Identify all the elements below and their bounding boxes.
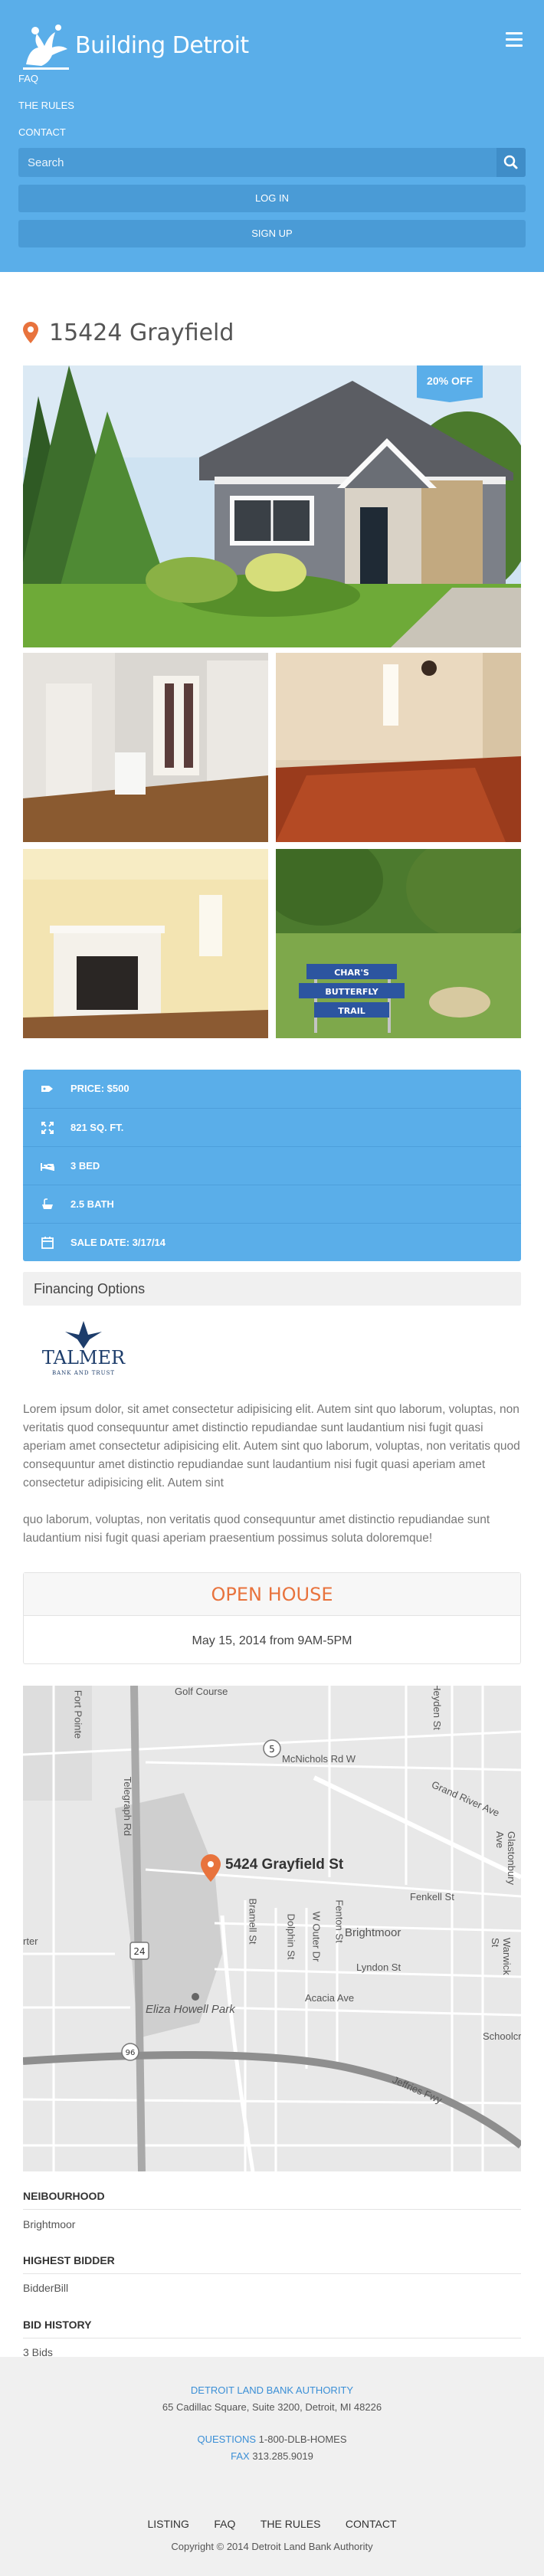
map-label-warwick: Warwick St	[490, 1938, 513, 1975]
svg-text:96: 96	[126, 2049, 136, 2057]
bed-icon	[41, 1163, 54, 1171]
property-details: PRICE: $500 821 SQ. FT. 3 BED 2.5 BATH S…	[23, 1070, 521, 1261]
sign-line-2: BUTTERFLY	[325, 987, 379, 997]
gallery-photo-2[interactable]	[276, 653, 521, 842]
site-header: Building Detroit FAQ THE RULES CONTACT L…	[0, 0, 544, 272]
location-map[interactable]: 5 24 96 5424 Grayfield St Golf Course Mc…	[23, 1686, 521, 2171]
map-label-fort-pointe: Fort Pointe	[72, 1689, 84, 1739]
lender-logo-text: TALMER	[42, 1347, 126, 1368]
lender-logo[interactable]: TALMER BANK AND TRUST	[26, 1318, 141, 1379]
gallery-photo-4[interactable]: CHAR'S BUTTERFLY TRAIL	[276, 849, 521, 1038]
open-house-header: OPEN HOUSE	[24, 1573, 520, 1616]
map-pin-label: 5424 Grayfield St	[225, 1857, 344, 1873]
route-96-shield: 96	[121, 2043, 139, 2061]
bath-icon	[42, 1198, 53, 1209]
footer-fax-label: FAX	[231, 2450, 250, 2462]
footer-copyright: Copyright © 2014 Detroit Land Bank Autho…	[171, 2541, 373, 2552]
map-label-schoolcraft: Schoolcr	[483, 2030, 521, 2042]
search-icon	[503, 155, 518, 169]
map-label-eliza-howell-park: Eliza Howell Park	[146, 2003, 235, 2016]
footer-address: 65 Cadillac Square, Suite 3200, Detroit,…	[162, 2401, 382, 2413]
neighbourhood-label: NEIBOURHOOD	[23, 2190, 105, 2202]
financing-options[interactable]: Financing Options	[23, 1272, 521, 1306]
description-paragraph-1: Lorem ipsum dolor, sit amet consectetur …	[23, 1403, 520, 1490]
gallery-photo-3[interactable]	[23, 849, 268, 1038]
site-footer: DETROIT LAND BANK AUTHORITY 65 Cadillac …	[0, 2357, 544, 2576]
calendar-icon	[41, 1237, 54, 1249]
map-label-fenkell: Fenkell St	[410, 1891, 454, 1903]
login-button[interactable]: LOG IN	[18, 185, 526, 212]
footer-questions-phone[interactable]: 1-800-DLB-HOMES	[259, 2433, 347, 2445]
map-label-lyndon: Lyndon St	[356, 1961, 401, 1973]
footer-nav-faq[interactable]: FAQ	[214, 2518, 235, 2530]
footer-nav-listing[interactable]: LISTING	[147, 2518, 188, 2530]
nav-contact[interactable]: CONTACT	[18, 126, 66, 138]
map-label-mcnichols: McNichols Rd W	[282, 1753, 356, 1765]
map-label-w-outer-dr: W Outer Dr	[310, 1911, 323, 1962]
financing-label: Financing Options	[34, 1281, 146, 1296]
description-paragraph-2: quo laborum, voluptas, non veritatis quo…	[23, 1513, 490, 1545]
listing-title: 15424 Grayfield	[49, 320, 234, 346]
map-label-golf-course: Golf Course	[175, 1686, 228, 1697]
search-button[interactable]	[496, 148, 526, 177]
map-label-rter: rter	[23, 1935, 38, 1947]
detail-baths: 2.5 BATH	[23, 1185, 521, 1223]
footer-questions: QUESTIONS 1-800-DLB-HOMES	[0, 2433, 544, 2445]
footer-fax: FAX 313.285.9019	[0, 2450, 544, 2462]
map-label-acacia: Acacia Ave	[305, 1992, 355, 2004]
menu-icon[interactable]	[506, 32, 523, 48]
detail-price: PRICE: $500	[23, 1070, 521, 1108]
footer-nav: LISTING FAQ THE RULES CONTACT	[0, 2518, 544, 2532]
map-label-fenton: Fenton St	[333, 1899, 346, 1943]
expand-icon	[41, 1122, 54, 1134]
detail-beds: 3 BED	[23, 1146, 521, 1185]
tag-icon	[41, 1086, 53, 1092]
footer-questions-label: QUESTIONS	[197, 2433, 257, 2445]
map-label-bramell: Bramell St	[247, 1898, 259, 1945]
detail-sale-date: SALE DATE: 3/17/14	[23, 1223, 521, 1261]
lender-logo-subtext: BANK AND TRUST	[52, 1370, 115, 1376]
nav-faq[interactable]: FAQ	[18, 73, 38, 84]
site-brand[interactable]: Building Detroit	[75, 32, 249, 59]
detail-area: 821 SQ. FT.	[23, 1108, 521, 1146]
discount-badge: 20% OFF	[427, 375, 473, 387]
sign-line-1: CHAR'S	[334, 968, 369, 978]
search-input[interactable]	[18, 148, 495, 177]
map-label-dolphin: Dolphin St	[285, 1913, 297, 1960]
signup-button[interactable]: SIGN UP	[18, 220, 526, 247]
svg-text:24: 24	[133, 1946, 145, 1957]
gallery-photo-1[interactable]	[23, 653, 268, 842]
bid-history-label: BID HISTORY	[23, 2319, 92, 2331]
search-bar	[18, 148, 526, 177]
divider	[23, 2209, 521, 2210]
main-photo[interactable]: 20% OFF	[23, 365, 521, 647]
nav-the-rules[interactable]: THE RULES	[18, 100, 74, 111]
park-marker	[192, 1993, 199, 2001]
map-label-glastonbury: Glastonbury Ave	[494, 1830, 518, 1886]
neighbourhood-value: Brightmoor	[23, 2218, 76, 2230]
logo-icon[interactable]	[18, 18, 74, 72]
open-house-date: May 15, 2014 from 9AM-5PM	[192, 1634, 352, 1647]
map-label-brightmoor: Brightmoor	[345, 1926, 401, 1939]
open-house-box: OPEN HOUSE May 15, 2014 from 9AM-5PM	[23, 1572, 521, 1664]
footer-org[interactable]: DETROIT LAND BANK AUTHORITY	[0, 2384, 544, 2396]
map-pin-icon	[23, 322, 38, 343]
sign-line-3: TRAIL	[338, 1006, 365, 1016]
footer-nav-contact[interactable]: CONTACT	[346, 2518, 397, 2530]
highest-bidder-value: BidderBill	[23, 2282, 69, 2294]
footer-fax-phone: 313.285.9019	[252, 2450, 313, 2462]
open-house-title: OPEN HOUSE	[211, 1584, 333, 1605]
map-label-heyden: Heyden St	[431, 1686, 443, 1730]
route-5-shield: 5	[263, 1739, 281, 1758]
highest-bidder-label: HIGHEST BIDDER	[23, 2254, 115, 2266]
footer-nav-the-rules[interactable]: THE RULES	[261, 2518, 321, 2530]
map-label-telegraph: Telegraph Rd	[122, 1776, 134, 1837]
route-24-shield: 24	[129, 1942, 149, 1960]
svg-text:5: 5	[269, 1744, 275, 1755]
divider	[23, 2273, 521, 2274]
